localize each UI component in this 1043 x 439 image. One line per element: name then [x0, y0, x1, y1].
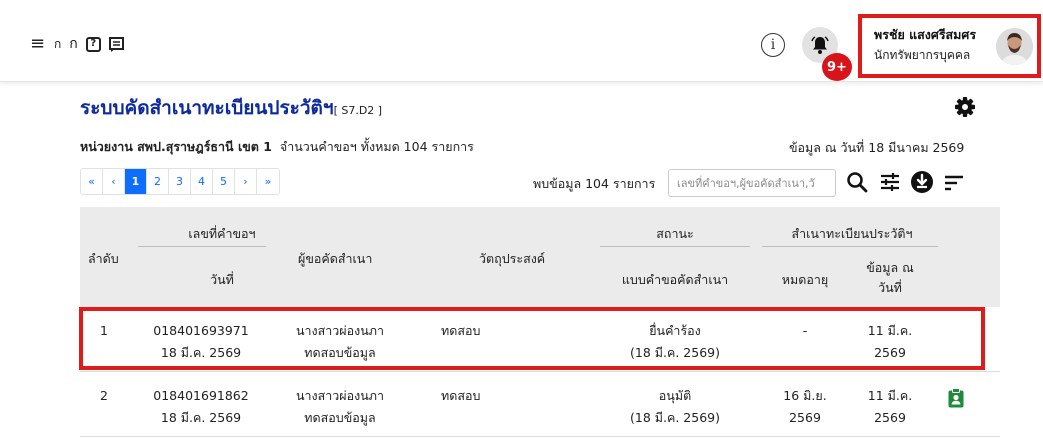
hamburger-icon[interactable]: ≡ — [30, 35, 46, 53]
table-row[interactable]: 2 018401691862 18 มี.ค. 2569 นางสาวผ่องน… — [80, 382, 1000, 439]
cell-expire-year: 2569 — [789, 410, 821, 425]
table-header: ลำดับ เลขที่คำขอฯ วันที่ ผู้ขอคัดสำเนา ว… — [80, 207, 1000, 307]
header-expire[interactable]: หมดอายุ — [770, 270, 840, 290]
page-title: ระบบคัดสำเนาทะเบียนประวัติฯ[ S7.D2 ] — [80, 93, 382, 123]
header-copy-group: สำเนาทะเบียนประวัติฯ — [791, 226, 913, 241]
table-row[interactable]: 1 018401693971 18 มี.ค. 2569 นางสาวผ่องน… — [80, 315, 1000, 379]
top-bar: ≡ ก ก ? i 9+ พรชัย แสงศรีสมศร นักทรัพยาก… — [0, 0, 1043, 82]
header-purpose[interactable]: วัตถุประสงค์ — [479, 249, 545, 269]
cell-date: 18 มี.ค. 2569 — [160, 345, 242, 360]
found-count: พบข้อมูล 104 รายการ — [533, 176, 656, 191]
clipboard-user-icon[interactable] — [948, 388, 964, 408]
org-label: หน่วยงาน สพป.สุราษฎร์ธานี เขต 1 — [80, 139, 272, 154]
cell-data-as-of-year: 2569 — [874, 345, 906, 360]
cell-status: อนุมัติ — [658, 388, 692, 403]
help-icon[interactable]: ? — [85, 36, 101, 52]
cell-purpose: ทดสอบ — [441, 323, 481, 338]
download-icon[interactable] — [910, 170, 934, 194]
message-icon[interactable] — [108, 36, 124, 52]
page-next[interactable]: › — [235, 169, 257, 194]
cell-requester-name: นางสาวผ่องนภา — [295, 388, 385, 403]
request-count: จำนวนคำขอฯ ทั้งหมด 104 รายการ — [279, 139, 474, 154]
cell-data-as-of: 11 มี.ค. — [867, 323, 913, 338]
font-increase-button[interactable]: ก — [69, 33, 77, 55]
user-role: นักทรัพยากรบุคคล — [874, 48, 971, 62]
font-decrease-button[interactable]: ก — [54, 35, 61, 54]
gear-icon[interactable] — [954, 96, 976, 118]
page-prev[interactable]: ‹ — [103, 169, 125, 194]
cell-requester-detail: ทดสอบข้อมูล — [304, 410, 376, 425]
cell-expire: 16 มิ.ย. — [783, 388, 827, 403]
page-first[interactable]: « — [81, 169, 103, 194]
info-icon[interactable]: i — [761, 33, 785, 57]
notification-badge: 9+ — [822, 53, 852, 81]
avatar[interactable] — [996, 28, 1033, 65]
header-request-no[interactable]: เลขที่คำขอฯ — [162, 224, 282, 244]
cell-expire: - — [802, 323, 808, 338]
cell-requester-detail: ทดสอบข้อมูล — [304, 345, 376, 360]
header-status[interactable]: สถานะ — [600, 224, 750, 244]
search-input[interactable] — [668, 169, 836, 197]
cell-status-date: (18 มี.ค. 2569) — [630, 410, 720, 425]
filter-sliders-icon[interactable] — [878, 170, 902, 194]
row-divider — [80, 436, 1000, 437]
header-date[interactable]: วันที่ — [162, 270, 282, 290]
page-4[interactable]: 4 — [191, 169, 213, 194]
header-data-as-of-1[interactable]: ข้อมูล ณ — [850, 258, 930, 278]
header-requester[interactable]: ผู้ขอคัดสำเนา — [298, 249, 372, 269]
cell-status: ยื่นคำร้อง — [649, 323, 701, 338]
user-profile-menu[interactable]: พรชัย แสงศรีสมศร นักทรัพยากรบุคคล — [858, 14, 1041, 78]
data-date: ข้อมูล ณ วันที่ 18 มีนาคม 2569 — [789, 140, 965, 155]
cell-no: 1 — [100, 323, 108, 338]
user-name: พรชัย แสงศรีสมศร — [874, 27, 977, 42]
cell-data-as-of-year: 2569 — [874, 410, 906, 425]
row-divider — [80, 371, 1000, 372]
header-data-as-of-2[interactable]: วันที่ — [850, 278, 930, 298]
search-icon[interactable] — [845, 170, 869, 194]
cell-date: 18 มี.ค. 2569 — [160, 410, 242, 425]
page-3[interactable]: 3 — [169, 169, 191, 194]
cell-requester-name: นางสาวผ่องนภา — [295, 323, 385, 338]
cell-status-date: (18 มี.ค. 2569) — [630, 345, 720, 360]
cell-request-no: 018401693971 — [153, 323, 249, 338]
header-form[interactable]: แบบคำขอคัดสำเนา — [600, 270, 750, 290]
sort-icon[interactable] — [942, 170, 966, 194]
page-title-text: ระบบคัดสำเนาทะเบียนประวัติฯ — [80, 97, 334, 119]
pagination: « ‹ 1 2 3 4 5 › » — [80, 168, 280, 195]
cell-request-no: 018401691862 — [153, 388, 249, 403]
page-1[interactable]: 1 — [125, 169, 147, 194]
cell-no: 2 — [100, 388, 108, 403]
cell-purpose: ทดสอบ — [441, 388, 481, 403]
page-2[interactable]: 2 — [147, 169, 169, 194]
page-code: [ S7.D2 ] — [333, 104, 383, 117]
header-no[interactable]: ลำดับ — [88, 249, 119, 269]
cell-data-as-of: 11 มี.ค. — [867, 388, 913, 403]
org-info: หน่วยงาน สพป.สุราษฎร์ธานี เขต 1 จำนวนคำข… — [80, 137, 474, 157]
toolbar-left: ≡ ก ก ? — [30, 33, 124, 55]
page-last[interactable]: » — [257, 169, 279, 194]
page-5[interactable]: 5 — [213, 169, 235, 194]
